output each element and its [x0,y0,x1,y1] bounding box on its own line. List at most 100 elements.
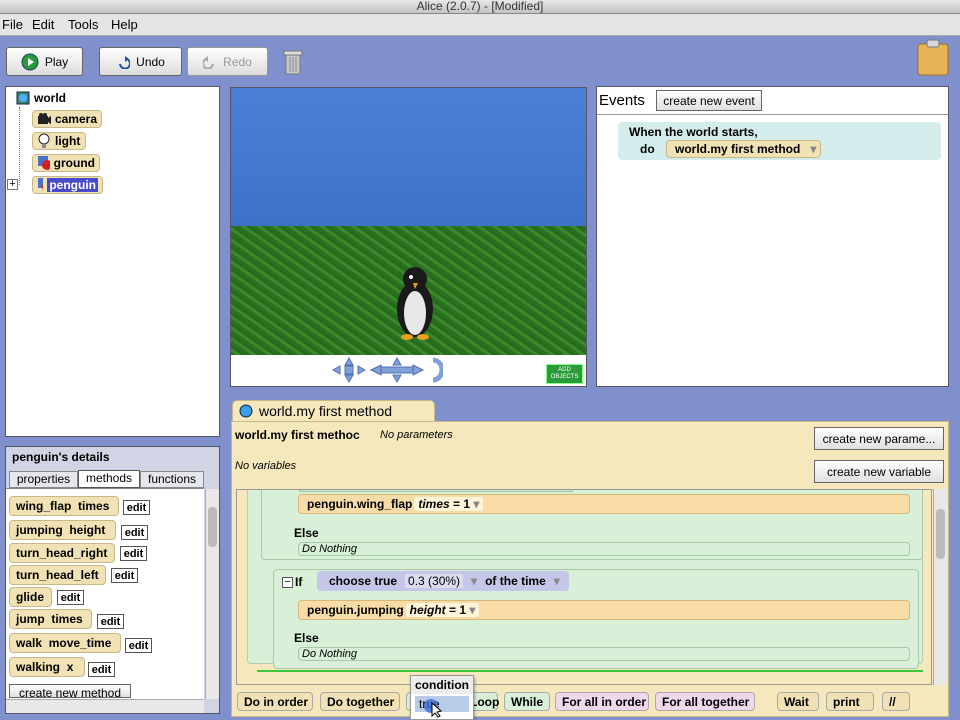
method-name: jumping [16,523,63,537]
tree-label-world: world [34,91,66,105]
lightbulb-icon [38,133,50,148]
redo-button[interactable]: Redo [187,47,268,76]
menu-file[interactable]: File [2,17,23,32]
menu-tools[interactable]: Tools [68,17,98,32]
edit-button[interactable]: edit [120,546,147,561]
camera-navigation-arrows[interactable] [331,356,443,384]
play-icon [21,53,39,70]
menu-edit[interactable]: Edit [32,17,54,32]
do-nothing-slot[interactable]: Do Nothing [298,647,910,661]
create-new-method-button[interactable]: create new method [9,684,131,698]
method-name: walking [16,660,61,674]
dropdown-header: condition [411,676,473,694]
scene-view[interactable]: ADD OBJECTS [230,87,587,387]
edit-button[interactable]: edit [97,614,124,629]
tree-item-world[interactable]: world [12,89,72,107]
jumping-statement[interactable]: penguin.jumping height = 1 ▾ [298,600,910,620]
editor-tab[interactable]: world.my first method [232,400,435,422]
else-label: Else [294,526,319,540]
control-do-in-order[interactable]: Do in order [237,692,313,711]
edit-button[interactable]: edit [121,525,148,540]
control-for-all-together[interactable]: For all together [655,692,755,711]
menu-help[interactable]: Help [111,17,138,32]
edit-button[interactable]: edit [88,662,115,677]
control-comment[interactable]: // [882,692,910,711]
statement-value[interactable]: = 1 [453,497,470,511]
method-tile-jumping[interactable]: jumping height [9,520,116,540]
window-title-bar: Alice (2.0.7) - [Modified] [0,0,960,14]
edit-button[interactable]: edit [123,500,150,515]
method-param: move_time [48,636,112,650]
statement-value[interactable]: = 1 [449,603,466,617]
menu-bar: File Edit Tools Help [0,14,960,36]
statement-param: height [409,603,446,617]
play-button[interactable]: Play [6,47,83,76]
method-param: height [69,523,106,537]
method-tile-wing-flap[interactable]: wing_flap times [9,496,119,516]
create-new-variable-button[interactable]: create new variable [814,460,944,483]
collapse-toggle[interactable]: − [282,577,293,588]
statement-call: penguin.wing_flap [307,497,413,511]
methods-scrollbar[interactable] [205,489,219,699]
event-handler-label: world.my first method [675,142,801,156]
expand-toggle[interactable]: + [7,179,18,190]
add-objects-button[interactable]: ADD OBJECTS [546,364,583,384]
methods-hscrollbar[interactable] [6,699,204,713]
trash-icon[interactable] [283,48,303,76]
control-do-together[interactable]: Do together [320,692,400,711]
tree-label-ground: ground [53,156,95,170]
dropdown-arrow-icon[interactable]: ▾ [473,497,479,511]
method-tile-walking[interactable]: walking x [9,657,85,677]
redo-icon [203,55,215,69]
do-nothing-slot[interactable]: Do Nothing [298,542,910,556]
tree-item-camera[interactable]: camera [32,110,102,128]
tree-item-ground[interactable]: ground [32,154,100,172]
create-new-event-button[interactable]: create new event [656,90,762,111]
statement-call: penguin.jumping [307,603,404,617]
method-tile-walk[interactable]: walk move_time [9,633,121,653]
tree-item-light[interactable]: light [32,132,86,150]
control-wait[interactable]: Wait [777,692,819,711]
probability-value[interactable]: 0.3 (30%) [405,574,464,588]
tab-properties[interactable]: properties [9,471,78,488]
event-world-starts[interactable]: When the world starts, do world.my first… [618,122,941,160]
statement-param: times [418,497,450,511]
dropdown-arrow-icon[interactable]: ▾ [471,574,477,588]
condition-suffix: of the time [485,574,546,588]
control-for-all-in-order[interactable]: For all in order [555,692,649,711]
world-icon [16,91,30,105]
method-tile-jump[interactable]: jump times [9,609,92,629]
method-tile-turn-head-right[interactable]: turn_head_right [9,543,115,563]
tree-label-penguin: penguin [47,178,98,192]
wing-flap-statement[interactable]: penguin.wing_flap times = 1 ▾ [298,494,910,514]
code-scrollbar[interactable] [933,489,947,685]
if-block-1-condition[interactable] [299,490,573,492]
window-title: Alice (2.0.7) - [Modified] [416,0,544,13]
dropdown-arrow-icon[interactable]: ▾ [469,603,475,617]
scrollbar-thumb[interactable] [936,509,945,559]
tree-item-penguin[interactable]: penguin [32,176,103,194]
edit-button[interactable]: edit [57,590,84,605]
penguin-figure[interactable] [391,263,439,341]
control-while[interactable]: While [504,692,550,711]
tab-methods[interactable]: methods [78,470,140,488]
method-tile-glide[interactable]: glide [9,587,52,607]
tab-functions[interactable]: functions [140,471,204,488]
dropdown-arrow-icon[interactable]: ▾ [554,574,560,588]
clipboard-icon[interactable] [917,38,949,76]
control-print[interactable]: print [826,692,874,711]
edit-button[interactable]: edit [125,638,152,653]
dropdown-arrow-icon[interactable]: ▾ [810,141,816,157]
details-title: penguin's details [12,450,110,464]
create-new-parameter-button[interactable]: create new parame... [814,427,944,450]
tree-label-light: light [55,134,81,148]
scrollbar-thumb[interactable] [208,507,217,547]
undo-button[interactable]: Undo [99,47,182,76]
event-handler-tile[interactable]: world.my first method ▾ [666,140,822,158]
edit-button[interactable]: edit [111,568,138,583]
ground-object-icon [38,156,50,170]
sky [231,88,586,226]
method-tile-turn-head-left[interactable]: turn_head_left [9,565,106,585]
events-panel: Events create new event When the world s… [596,86,949,387]
choose-true-condition[interactable]: choose true 0.3 (30%) ▾ of the time ▾ [317,571,569,591]
